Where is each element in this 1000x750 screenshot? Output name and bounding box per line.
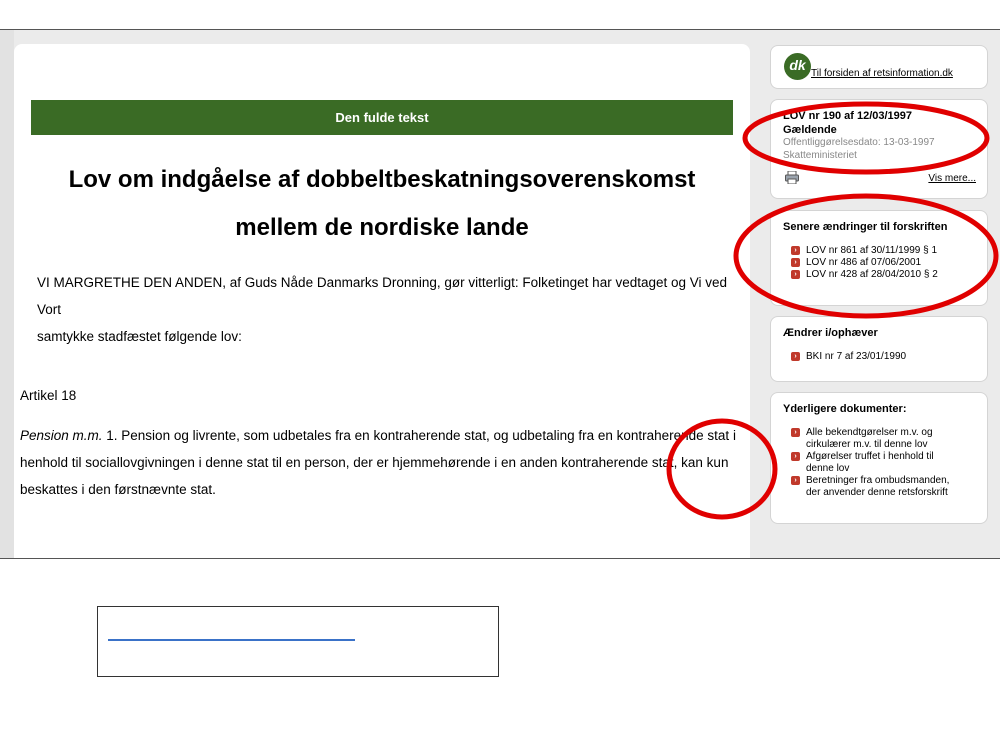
arrow-bullet-icon: › (791, 452, 800, 461)
later-changes-list: › LOV nr 861 af 30/11/1999 § 1 › LOV nr 48… (791, 245, 938, 281)
pension-line-1-text: 1. Pension og livrente, som udbetales fr… (102, 428, 736, 443)
forside-link[interactable]: Til forsiden af retsinformation.dk (811, 68, 953, 79)
amends-list: › BKI nr 7 af 23/01/1990 (791, 351, 906, 363)
doc-link-line[interactable]: Beretninger fra ombudsmanden, (806, 475, 949, 486)
later-changes-box: Senere ændringer til forskriften › LOV nr… (770, 210, 988, 306)
change-link[interactable]: LOV nr 861 af 30/11/1999 § 1 (806, 245, 937, 256)
list-item[interactable]: › Beretninger fra ombudsmanden, der anvend… (791, 475, 949, 499)
law-title-line-2: mellem de nordiske lande (235, 214, 529, 241)
change-link[interactable]: LOV nr 486 af 07/06/2001 (806, 257, 921, 268)
list-item[interactable]: › Afgørelser truffet i henhold til denne l… (791, 451, 949, 475)
printer-icon[interactable] (785, 171, 799, 184)
arrow-bullet-icon: › (791, 270, 800, 279)
underline-link[interactable] (108, 639, 355, 641)
bottom-border-line (0, 558, 1000, 559)
law-info-box: LOV nr 190 af 12/03/1997 Gældende Offent… (770, 99, 988, 199)
arrow-bullet-icon: › (791, 352, 800, 361)
pension-line-1: Pension m.m. 1. Pension og livrente, som… (20, 422, 756, 449)
amends-link[interactable]: BKI nr 7 af 23/01/1990 (806, 351, 906, 362)
list-item[interactable]: › LOV nr 428 af 28/04/2010 § 2 (791, 269, 938, 281)
ministry: Skatteministeriet (783, 150, 857, 161)
arrow-bullet-icon: › (791, 258, 800, 267)
preamble-line-2: samtykke stadfæstet følgende lov: (37, 329, 242, 344)
pension-paragraph: Pension m.m. 1. Pension og livrente, som… (20, 422, 756, 503)
doc-link-line[interactable]: Afgørelser truffet i henhold til (806, 451, 934, 462)
doc-link-line[interactable]: denne lov (806, 463, 849, 474)
law-status: Gældende (783, 124, 837, 136)
publication-date: Offentliggørelsesdato: 13-03-1997 (783, 137, 935, 148)
show-more-link[interactable]: Vis mere... (928, 173, 976, 184)
later-changes-heading: Senere ændringer til forskriften (783, 221, 948, 233)
screenshot-area: Den fulde tekst Lov om indgåelse af dobb… (0, 30, 1000, 558)
arrow-bullet-icon: › (791, 246, 800, 255)
further-documents-list: › Alle bekendtgørelser m.v. og cirkulærer … (791, 427, 949, 499)
document-panel: Den fulde tekst Lov om indgåelse af dobb… (14, 44, 750, 558)
change-link[interactable]: LOV nr 428 af 28/04/2010 § 2 (806, 269, 938, 280)
further-documents-heading: Yderligere dokumenter: (783, 403, 907, 415)
empty-link-box (97, 606, 499, 677)
dk-logo[interactable]: dk (784, 53, 811, 80)
list-item[interactable]: › LOV nr 861 af 30/11/1999 § 1 (791, 245, 938, 257)
arrow-bullet-icon: › (791, 428, 800, 437)
doc-link-line[interactable]: cirkulærer m.v. til denne lov (806, 439, 928, 450)
doc-link-line[interactable]: Alle bekendtgørelser m.v. og (806, 427, 933, 438)
preamble-line-1: VI MARGRETHE DEN ANDEN, af Guds Nåde Dan… (37, 275, 728, 317)
article-heading: Artikel 18 (20, 388, 77, 403)
left-edge (0, 30, 14, 558)
list-item[interactable]: › Alle bekendtgørelser m.v. og cirkulærer … (791, 427, 949, 451)
full-text-banner: Den fulde tekst (31, 100, 733, 135)
law-number: LOV nr 190 af 12/03/1997 (783, 110, 913, 122)
law-title-line-1: Lov om indgåelse af dobbeltbeskatningsov… (68, 166, 696, 193)
amends-box: Ændrer i/ophæver › BKI nr 7 af 23/01/1990 (770, 316, 988, 382)
doc-link-line[interactable]: der anvender denne retsforskrift (806, 487, 948, 498)
home-link-box: dk Til forsiden af retsinformation.dk (770, 45, 988, 89)
pension-line-3: beskattes i den førstnævnte stat. (20, 482, 216, 497)
amends-heading: Ændrer i/ophæver (783, 327, 878, 339)
arrow-bullet-icon: › (791, 476, 800, 485)
pension-italic-label: Pension m.m. (20, 428, 103, 443)
list-item[interactable]: › LOV nr 486 af 07/06/2001 (791, 257, 938, 269)
further-documents-box: Yderligere dokumenter: › Alle bekendtgøre… (770, 392, 988, 524)
pension-line-2: henhold til sociallovgivningen i denne s… (20, 455, 729, 470)
preamble: VI MARGRETHE DEN ANDEN, af Guds Nåde Dan… (37, 269, 737, 350)
list-item[interactable]: › BKI nr 7 af 23/01/1990 (791, 351, 906, 363)
